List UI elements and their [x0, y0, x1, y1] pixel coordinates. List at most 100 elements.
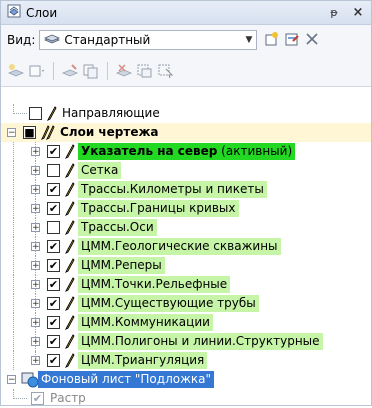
pencil-icon — [64, 353, 75, 369]
tree-row-layer[interactable]: + ✔ Трассы.Границы кривых — [1, 199, 371, 218]
select-layer-objects-icon[interactable] — [157, 62, 175, 80]
collapse-icon[interactable]: − — [7, 128, 16, 138]
visibility-checkbox[interactable] — [47, 221, 60, 234]
layers-panel-icon — [7, 4, 21, 21]
new-view-icon[interactable] — [263, 31, 279, 50]
chevron-down-icon: ▼ — [245, 35, 253, 45]
tree-row-layer[interactable]: + ✔ ЦММ.Полигоны и линии.Структурные — [1, 332, 371, 351]
background-sheet-icon — [21, 371, 39, 391]
layer-name: ЦММ.Существующие трубы — [81, 296, 256, 310]
merge-layers-icon[interactable] — [136, 62, 154, 80]
layer-name: Трассы.Оси — [81, 220, 154, 234]
layer-options-icon[interactable] — [28, 62, 46, 80]
view-label: Вид: — [7, 33, 36, 47]
view-row: Вид: Стандартный ▼ — [1, 25, 371, 55]
tree-row-label: ЦММ.Существующие трубы — [78, 295, 259, 312]
pencil-icon — [64, 258, 75, 274]
layers-tree: Направляющие − ■ Слои чертежа + ✔ Указател… — [1, 104, 371, 408]
view-dropdown[interactable]: Стандартный ▼ — [39, 30, 258, 50]
tree-row-layer[interactable]: + ✔ ЦММ.Существующие трубы — [1, 294, 371, 313]
pencil-icon — [64, 239, 75, 255]
visibility-checkbox[interactable] — [47, 164, 60, 177]
expand-icon[interactable]: + — [31, 147, 40, 157]
expand-icon[interactable]: + — [31, 318, 40, 328]
pencil-icon — [64, 182, 75, 198]
tree-row-layer[interactable]: + Сетка — [1, 161, 371, 180]
view-properties-icon[interactable] — [284, 31, 300, 50]
tree-row-label: ЦММ.Реперы — [78, 257, 165, 274]
tree-row-label: ЦММ.Коммуникации — [78, 314, 213, 331]
pencil-icon — [64, 163, 75, 179]
tree-row-layer[interactable]: + Трассы.Оси — [1, 218, 371, 237]
pencil-icon — [64, 201, 75, 217]
tree-row-raster[interactable]: ✔ Растр — [1, 389, 371, 408]
visibility-checkbox[interactable]: ✔ — [47, 297, 60, 310]
layer-name: Трассы.Границы кривых — [81, 201, 236, 215]
tree-row-layer[interactable]: + ✔ ЦММ.Реперы — [1, 256, 371, 275]
tree-row-label: Растр — [50, 391, 86, 405]
layer-name: ЦММ.Геологические скважины — [81, 239, 278, 253]
tree-row-background-sheet[interactable]: − Фоновый лист "Подложка" — [1, 370, 371, 389]
visibility-checkbox[interactable] — [29, 107, 42, 120]
delete-view-icon[interactable] — [305, 32, 319, 49]
new-layer-icon[interactable] — [7, 62, 25, 80]
delete-layer-icon[interactable] — [115, 62, 133, 80]
visibility-checkbox[interactable]: ✔ — [47, 240, 60, 253]
expand-icon[interactable]: + — [31, 280, 40, 290]
tree-row-label: Трассы.Границы кривых — [78, 200, 239, 217]
copy-layer-icon[interactable] — [82, 62, 100, 80]
collapse-icon[interactable]: − — [7, 375, 16, 385]
layer-name: Трассы.Километры и пикеты — [81, 182, 264, 196]
visibility-checkbox[interactable]: ✔ — [31, 392, 44, 405]
visibility-checkbox[interactable]: ■ — [23, 126, 36, 139]
expand-icon[interactable]: + — [31, 337, 40, 347]
view-selected-value: Стандартный — [64, 33, 151, 47]
visibility-checkbox[interactable]: ✔ — [47, 316, 60, 329]
tree-row-layer[interactable]: + ✔ Указатель на север (активный) — [1, 142, 371, 161]
tree-row-layer[interactable]: + ✔ ЦММ.Точки.Рельефные — [1, 275, 371, 294]
visibility-checkbox[interactable]: ✔ — [47, 354, 60, 367]
visibility-checkbox[interactable]: ✔ — [47, 259, 60, 272]
pencil-icon — [46, 106, 57, 122]
expand-icon[interactable]: + — [31, 204, 40, 214]
tree-row-label: Фоновый лист "Подложка" — [38, 371, 215, 388]
expand-icon[interactable]: + — [31, 166, 40, 176]
close-button[interactable]: × — [351, 5, 365, 20]
layer-name: ЦММ.Точки.Рельефные — [81, 277, 228, 291]
pencil-icon — [64, 334, 75, 350]
visibility-checkbox[interactable]: ✔ — [47, 145, 60, 158]
move-layer-icon[interactable] — [61, 62, 79, 80]
tree-row-layer[interactable]: + ✔ ЦММ.Триангуляция — [1, 351, 371, 370]
expand-icon[interactable]: + — [31, 261, 40, 271]
expand-icon[interactable]: + — [31, 185, 40, 195]
layer-name: ЦММ.Реперы — [81, 258, 162, 272]
tree-row-label: ЦММ.Полигоны и линии.Структурные — [78, 333, 323, 350]
tree-row-layer[interactable]: + ✔ ЦММ.Геологические скважины — [1, 237, 371, 256]
tree-row-label: ЦММ.Точки.Рельефные — [78, 276, 231, 293]
tree-row-label: Сетка — [78, 162, 122, 179]
layer-name: Сетка — [81, 163, 119, 177]
tree-row-label: ЦММ.Триангуляция — [78, 352, 208, 369]
tree-row-layer[interactable]: + ✔ ЦММ.Коммуникации — [1, 313, 371, 332]
tree-row-label: Слои чертежа — [60, 125, 159, 139]
layers-panel: Слои ᵽ × Вид: Стандартный ▼ Направляющие… — [0, 0, 372, 406]
tree-row-label: Трассы.Километры и пикеты — [78, 181, 267, 198]
tree-row-guides[interactable]: Направляющие — [1, 104, 371, 123]
expand-icon[interactable]: + — [31, 299, 40, 309]
visibility-checkbox[interactable]: ✔ — [47, 202, 60, 215]
expand-icon[interactable]: + — [31, 242, 40, 252]
pin-button[interactable]: ᵽ — [327, 6, 341, 20]
expand-icon[interactable]: + — [31, 356, 40, 366]
layer-active-suffix: (активный) — [217, 144, 293, 158]
expand-icon[interactable]: + — [31, 223, 40, 233]
visibility-checkbox[interactable]: ✔ — [47, 183, 60, 196]
toolbar-separator — [107, 61, 108, 80]
visibility-checkbox[interactable]: ✔ — [47, 335, 60, 348]
pencil-icon — [64, 144, 75, 160]
tree-row-layer[interactable]: + ✔ Трассы.Километры и пикеты — [1, 180, 371, 199]
pencil-icon — [64, 315, 75, 331]
pencil-icon — [64, 220, 75, 236]
tree-row-drawing-layers[interactable]: − ■ Слои чертежа — [1, 123, 371, 142]
visibility-checkbox[interactable]: ✔ — [47, 278, 60, 291]
layer-name: Указатель на север — [81, 144, 218, 158]
